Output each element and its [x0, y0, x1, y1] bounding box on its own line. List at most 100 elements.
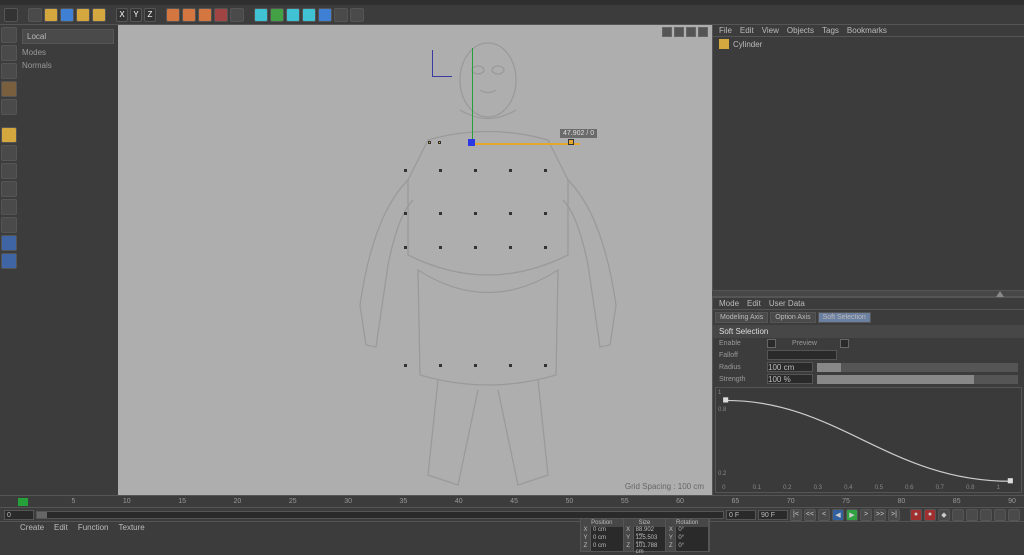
texture-mode-button[interactable] [1, 81, 17, 97]
attr-menu-userdata[interactable]: User Data [769, 299, 805, 308]
coord-rotation-field[interactable]: 0° [676, 527, 709, 535]
coord-rotation-field[interactable]: 0° [676, 543, 709, 551]
record-key-button[interactable]: ● [910, 509, 922, 521]
workplane-button[interactable] [1, 99, 17, 115]
vertex-point[interactable] [404, 169, 407, 172]
light-button[interactable] [350, 8, 364, 22]
snap-button[interactable] [1, 253, 17, 269]
prev-key-button[interactable]: << [804, 509, 816, 521]
vertex-point[interactable] [509, 169, 512, 172]
key-position-button[interactable] [952, 509, 964, 521]
vertex-point[interactable] [544, 169, 547, 172]
gizmo-y-axis[interactable] [472, 48, 473, 143]
vp-maximize-icon[interactable] [698, 27, 708, 37]
coord-size-field[interactable]: 88.902 cm [634, 527, 667, 535]
object-mode-button[interactable] [1, 63, 17, 79]
vertex-point[interactable] [544, 246, 547, 249]
key-options-button[interactable]: ◆ [938, 509, 950, 521]
vertex-point[interactable] [439, 169, 442, 172]
vertex-point[interactable] [439, 364, 442, 367]
coord-size-field[interactable]: 101.788 cm [634, 543, 667, 551]
attr-tab-option-axis[interactable]: Option Axis [770, 312, 815, 323]
play-back-button[interactable]: ◀ [832, 509, 844, 521]
camera-button[interactable] [334, 8, 348, 22]
point-mode-button[interactable] [1, 127, 17, 143]
key-rotation-button[interactable] [980, 509, 992, 521]
key-param-button[interactable] [1008, 509, 1020, 521]
vertex-point[interactable] [544, 212, 547, 215]
model-mode-button[interactable] [1, 45, 17, 61]
next-key-button[interactable]: >> [874, 509, 886, 521]
scale-tool[interactable] [76, 8, 90, 22]
vp-zoom-icon[interactable] [674, 27, 684, 37]
strength-input[interactable]: 100 % [767, 374, 813, 384]
left-panel-tab[interactable]: Local [22, 29, 114, 44]
undo-button[interactable] [4, 8, 18, 22]
vertex-point[interactable] [544, 364, 547, 367]
record-button[interactable] [214, 8, 228, 22]
panel-divider[interactable] [712, 290, 1024, 298]
play-button[interactable]: ▶ [846, 509, 858, 521]
edge-mode-button[interactable] [1, 145, 17, 161]
gizmo-x-axis[interactable] [472, 143, 580, 145]
animation-mode-button[interactable] [1, 217, 17, 233]
frame-current-field[interactable]: 0 F [726, 510, 756, 520]
rotate-tool[interactable] [60, 8, 74, 22]
key-scale-button[interactable] [966, 509, 978, 521]
axis-z-toggle[interactable]: Z [144, 8, 156, 22]
vp-pan-icon[interactable] [662, 27, 672, 37]
vertex-point[interactable] [509, 246, 512, 249]
vertex-point[interactable] [404, 212, 407, 215]
next-frame-button[interactable]: > [860, 509, 872, 521]
viewport[interactable]: 47.902 / 0 Grid Spacing : 100 cm [118, 25, 712, 495]
attr-tab-modeling-axis[interactable]: Modeling Axis [715, 312, 768, 323]
om-menu-view[interactable]: View [762, 26, 779, 35]
vertex-point[interactable] [474, 364, 477, 367]
coord-size-field[interactable]: 125.503 cm [634, 535, 667, 543]
render-button[interactable] [166, 8, 180, 22]
deformer-button[interactable] [302, 8, 316, 22]
timeline-playhead[interactable] [18, 498, 28, 506]
primitive-button[interactable] [254, 8, 268, 22]
vertex-point[interactable] [474, 169, 477, 172]
gizmo-center-handle[interactable] [468, 139, 475, 146]
generator-button[interactable] [286, 8, 300, 22]
render-settings-button[interactable] [198, 8, 212, 22]
attr-menu-mode[interactable]: Mode [719, 299, 739, 308]
falloff-dropdown[interactable] [767, 350, 837, 360]
selection-tool[interactable] [44, 8, 58, 22]
coord-position-field[interactable]: 0 cm [591, 527, 624, 535]
gizmo-x-handle[interactable] [568, 139, 574, 145]
om-menu-tags[interactable]: Tags [822, 26, 839, 35]
enable-checkbox[interactable] [767, 339, 776, 348]
make-editable-button[interactable] [1, 27, 17, 43]
object-row[interactable]: Cylinder [713, 37, 1024, 51]
uv-poly-mode-button[interactable] [1, 199, 17, 215]
environment-button[interactable] [318, 8, 332, 22]
radius-input[interactable]: 100 cm [767, 362, 813, 372]
goto-end-button[interactable]: >| [888, 509, 900, 521]
om-menu-bookmarks[interactable]: Bookmarks [847, 26, 887, 35]
vertex-point[interactable] [404, 364, 407, 367]
strength-slider[interactable] [817, 375, 1018, 384]
timeline-ruler[interactable]: 051015202530354045505560657075808590 [0, 495, 1024, 507]
uv-point-mode-button[interactable] [1, 181, 17, 197]
frame-start-field[interactable]: 0 [4, 510, 34, 520]
axis-x-toggle[interactable]: X [116, 8, 128, 22]
polygon-mode-button[interactable] [1, 163, 17, 179]
falloff-graph[interactable]: 1 0.8 0.2 0 0.1 0.2 0.3 0.4 0.5 0.6 0.7 … [715, 387, 1022, 493]
coord-position-field[interactable]: 0 cm [591, 543, 624, 551]
preview-checkbox[interactable] [840, 339, 849, 348]
move-tool[interactable] [28, 8, 42, 22]
render-region-button[interactable] [182, 8, 196, 22]
om-menu-edit[interactable]: Edit [740, 26, 754, 35]
attr-tab-soft-selection[interactable]: Soft Selection [818, 312, 871, 323]
vp-orbit-icon[interactable] [686, 27, 696, 37]
viewport-solo-button[interactable] [1, 235, 17, 251]
mm-menu-create[interactable]: Create [20, 523, 44, 532]
coord-rotation-field[interactable]: 0° [676, 535, 709, 543]
attr-menu-edit[interactable]: Edit [747, 299, 761, 308]
vertex-point[interactable] [474, 246, 477, 249]
vertex-point[interactable] [474, 212, 477, 215]
autokey-button[interactable]: ● [924, 509, 936, 521]
